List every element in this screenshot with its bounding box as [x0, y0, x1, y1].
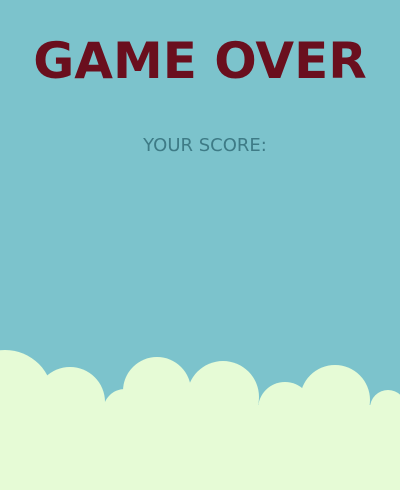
- cloud-base: [0, 405, 400, 490]
- cloud-bank: [0, 350, 400, 490]
- game-over-screen: GAME OVER YOUR SCORE:: [0, 0, 400, 490]
- cloud-group: [0, 350, 400, 490]
